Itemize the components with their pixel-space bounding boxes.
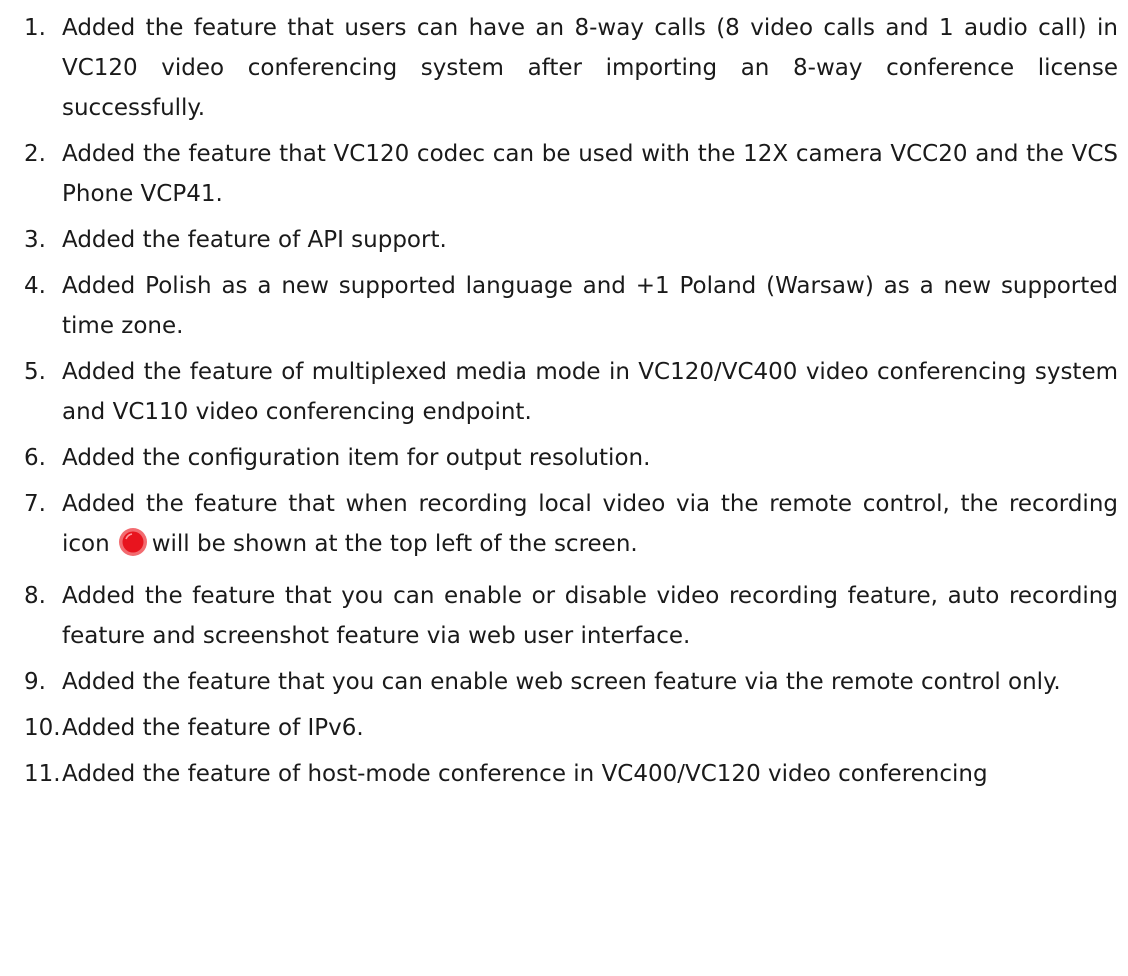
item-text-after-icon: will be shown at the top left of the scr… <box>151 531 638 557</box>
list-item: 6. Added the configuration item for outp… <box>0 438 1128 478</box>
item-text: Added the feature of IPv6. <box>62 715 364 741</box>
item-number: 9. <box>24 669 46 695</box>
list-item: 9. Added the feature that you can enable… <box>0 662 1128 702</box>
item-text: Added the configuration item for output … <box>62 445 651 471</box>
item-number: 1. <box>24 15 46 41</box>
list-item: 2. Added the feature that VC120 codec ca… <box>0 134 1128 214</box>
list-item: 11. Added the feature of host-mode confe… <box>0 754 1128 794</box>
item-text: Added the feature of API support. <box>62 227 447 253</box>
item-text: Added the feature that you can enable or… <box>62 583 1118 649</box>
release-notes-document: 1. Added the feature that users can have… <box>0 0 1128 976</box>
list-item: 4. Added Polish as a new supported langu… <box>0 266 1128 346</box>
item-number: 8. <box>24 583 46 609</box>
item-text: Added Polish as a new supported language… <box>62 273 1118 339</box>
list-item: 10. Added the feature of IPv6. <box>0 708 1128 748</box>
recording-icon <box>118 527 148 570</box>
item-text: Added the feature of host-mode conferenc… <box>62 761 988 787</box>
item-text: Added the feature that users can have an… <box>62 15 1118 121</box>
item-text: Added the feature that you can enable we… <box>62 669 1061 695</box>
item-number: 4. <box>24 273 46 299</box>
item-number: 2. <box>24 141 46 167</box>
item-number: 10. <box>24 715 61 741</box>
feature-list: 1. Added the feature that users can have… <box>0 0 1128 794</box>
list-item: 7. Added the feature that when recording… <box>0 484 1128 570</box>
item-text: Added the feature that VC120 codec can b… <box>62 141 1118 207</box>
item-number: 11. <box>24 761 61 787</box>
item-text: Added the feature of multiplexed media m… <box>62 359 1118 425</box>
item-number: 6. <box>24 445 46 471</box>
list-item: 1. Added the feature that users can have… <box>0 8 1128 128</box>
item-number: 7. <box>24 491 46 517</box>
item-number: 3. <box>24 227 46 253</box>
item-number: 5. <box>24 359 46 385</box>
list-item: 8. Added the feature that you can enable… <box>0 576 1128 656</box>
list-item: 5. Added the feature of multiplexed medi… <box>0 352 1128 432</box>
list-item: 3. Added the feature of API support. <box>0 220 1128 260</box>
